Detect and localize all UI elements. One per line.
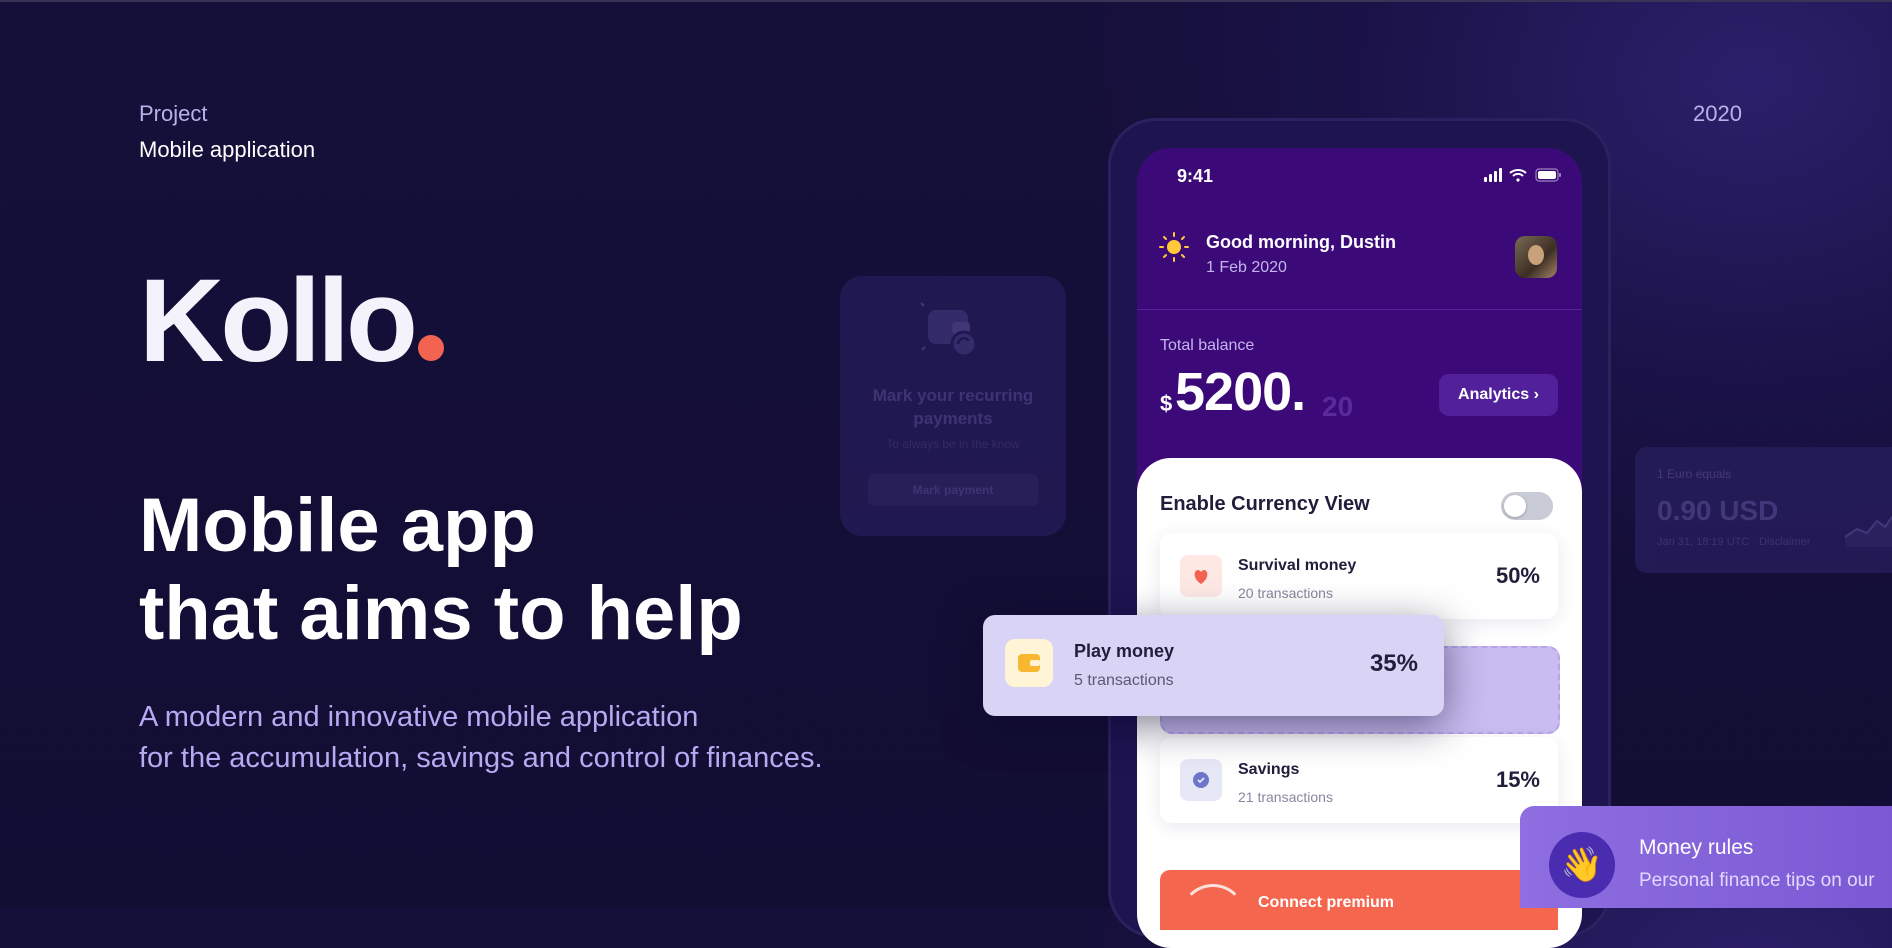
- category-card-savings[interactable]: Savings 21 transactions 15%: [1160, 737, 1558, 823]
- connect-premium-button[interactable]: Connect premium: [1160, 870, 1558, 930]
- currency-view-toggle[interactable]: [1501, 492, 1553, 520]
- waving-hand-icon: 👋: [1549, 832, 1615, 898]
- description-line-1: A modern and innovative mobile applicati…: [139, 701, 699, 733]
- exchange-meta: Jan 31, 18:19 UTC · Disclaimer: [1657, 536, 1811, 548]
- balance-label: Total balance: [1160, 337, 1255, 354]
- balance-amount: 5200.: [1175, 362, 1306, 422]
- category-count: 20 transactions: [1238, 585, 1333, 601]
- project-year: 2020: [1693, 101, 1742, 126]
- wallet-sync-icon: [920, 302, 978, 358]
- avatar-face: [1528, 245, 1544, 265]
- toggle-knob: [1504, 495, 1526, 517]
- rate-sparkline-icon: [1845, 516, 1892, 547]
- exchange-label: 1 Euro equals: [1657, 467, 1732, 481]
- analytics-label: Analytics: [1458, 386, 1530, 403]
- balance-cents: 20: [1322, 391, 1354, 422]
- status-bar-icons: [1484, 168, 1561, 182]
- greeting-date: 1 Feb 2020: [1206, 259, 1287, 276]
- currency-view-label: Enable Currency View: [1160, 493, 1370, 515]
- header-divider: [1137, 309, 1582, 310]
- exchange-rate-card: 1 Euro equals 0.90 USD Jan 31, 18:19 UTC…: [1635, 447, 1892, 573]
- category-card-play-money[interactable]: Play money 5 transactions 35%: [983, 615, 1444, 716]
- chevron-right-icon: ›: [1533, 386, 1539, 403]
- top-border: [0, 0, 1892, 2]
- brand-name: Kollo: [139, 255, 418, 387]
- category-count: 21 transactions: [1238, 789, 1333, 805]
- category-name: Survival money: [1238, 557, 1357, 574]
- wallet-icon-wrap: [1005, 639, 1053, 687]
- rules-title: Money rules: [1639, 836, 1754, 859]
- recurring-title: Mark your recurring payments: [872, 386, 1034, 428]
- greeting-title: Good morning, Dustin: [1206, 232, 1396, 252]
- headline-line-2: that aims to help: [139, 571, 743, 656]
- mark-payment-button[interactable]: Mark payment: [868, 474, 1038, 506]
- play-money-name: Play money: [1074, 641, 1175, 661]
- project-value: Mobile application: [139, 137, 316, 162]
- badge-icon-wrap: [1180, 759, 1222, 801]
- money-rules-card[interactable]: 👋 Money rules Personal finance tips on o…: [1520, 806, 1892, 908]
- category-percent: 50%: [1495, 563, 1540, 588]
- user-avatar[interactable]: [1515, 236, 1557, 278]
- heart-icon-wrap: [1180, 555, 1222, 597]
- headline-line-1: Mobile app: [139, 483, 536, 568]
- brand-logo: Kollo: [139, 262, 444, 380]
- wifi-icon: [1509, 169, 1527, 182]
- analytics-button[interactable]: Analytics ›: [1439, 374, 1558, 416]
- project-label: Project: [139, 101, 208, 126]
- play-money-count: 5 transactions: [1074, 672, 1174, 689]
- category-percent: 15%: [1495, 767, 1540, 792]
- exchange-value: 0.90 USD: [1657, 495, 1779, 526]
- description-line-2: for the accumulation, savings and contro…: [139, 742, 823, 774]
- balance-currency: $: [1160, 391, 1173, 416]
- recurring-subtitle: To always be in the know: [886, 437, 1020, 451]
- wallet-icon: [1018, 654, 1040, 672]
- heart-icon: [1194, 570, 1208, 584]
- battery-icon: [1535, 168, 1561, 182]
- rules-subtitle: Personal finance tips on our: [1639, 870, 1875, 891]
- category-name: Savings: [1238, 761, 1300, 778]
- play-money-percent: 35%: [1369, 650, 1418, 677]
- premium-arc-icon: [1180, 884, 1246, 948]
- category-card-survival[interactable]: Survival money 20 transactions 50%: [1160, 533, 1558, 619]
- premium-label: Connect premium: [1258, 894, 1395, 911]
- hero-headline: Mobile app that aims to help: [139, 482, 743, 658]
- badge-icon: [1193, 772, 1209, 788]
- hero-description: A modern and innovative mobile applicati…: [139, 697, 823, 779]
- recurring-payment-card: Mark your recurring payments To always b…: [840, 276, 1066, 536]
- logo-dot: [417, 335, 444, 361]
- phone-screen: 9:41 Good morning, Dustin 1 Feb 2020 Tot…: [1137, 148, 1582, 948]
- sun-icon: [1159, 232, 1189, 262]
- status-time: 9:41: [1177, 166, 1214, 186]
- signal-icon: [1484, 168, 1502, 182]
